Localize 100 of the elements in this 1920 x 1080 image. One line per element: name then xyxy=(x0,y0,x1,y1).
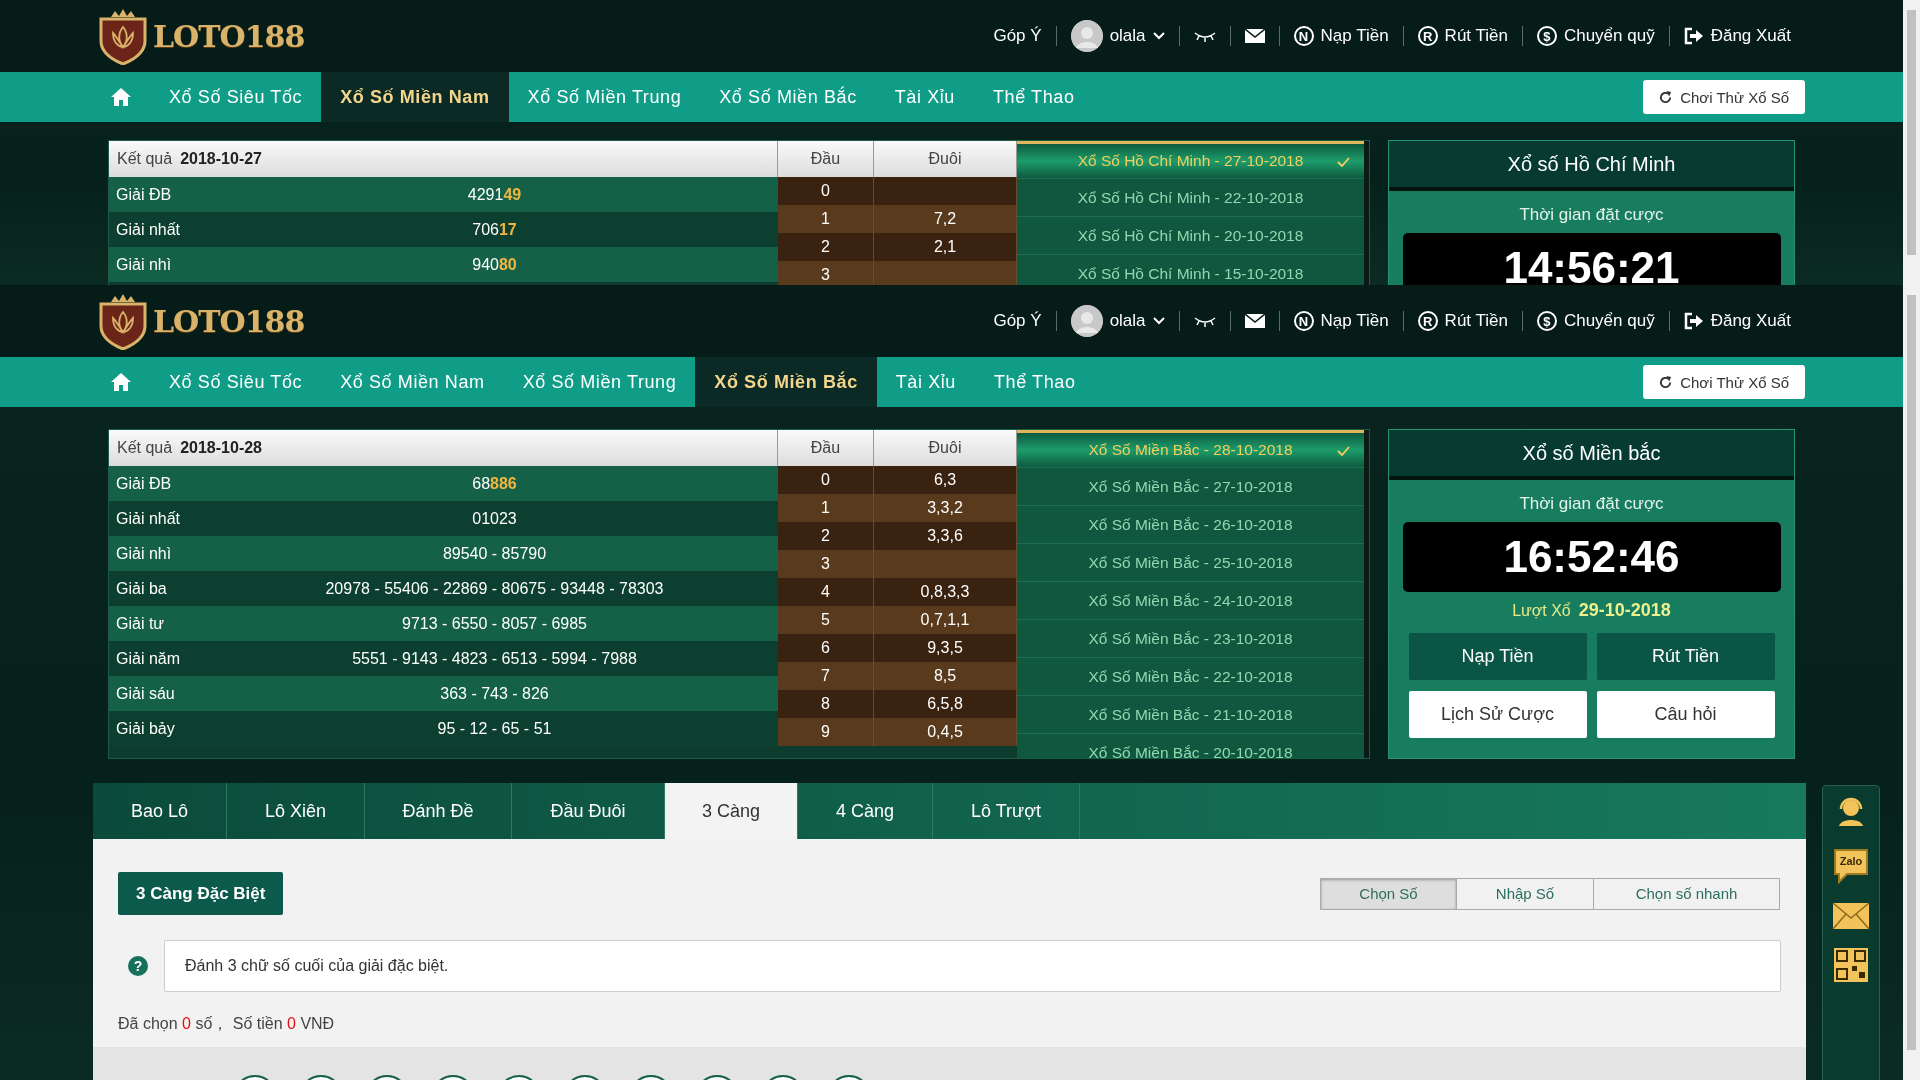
prize-number: 363 - 743 - 826 xyxy=(440,684,549,702)
prize-label: Giải ĐB xyxy=(115,185,173,204)
header-link[interactable]: Đăng Xuất xyxy=(1669,311,1805,331)
head-cell: 1 xyxy=(778,494,874,522)
avatar-icon xyxy=(1070,305,1103,337)
circled-letter-icon: R xyxy=(1417,311,1438,331)
scrollbar-thumb[interactable] xyxy=(1907,295,1916,1050)
round-date: 29-10-2018 xyxy=(1578,600,1671,621)
chevron-down-icon[interactable] xyxy=(1152,317,1165,325)
round-label: Lượt Xổ xyxy=(1512,602,1571,620)
feedback-link[interactable]: Góp Ý xyxy=(979,311,1056,331)
tail-cell: 0,8,3,3 xyxy=(874,578,1017,606)
mail-icon[interactable] xyxy=(1244,29,1265,43)
qr-code-icon[interactable] xyxy=(1834,948,1868,982)
head-cell: 1 xyxy=(778,205,874,233)
countdown-timer: 16:52:46 xyxy=(1402,522,1781,592)
trial-play-button[interactable]: Chơi Thử Xổ Số xyxy=(1643,80,1805,114)
circled-letter-icon: $ xyxy=(1536,26,1557,46)
tail-column-header: Đuôi xyxy=(874,430,1017,466)
results-date: 2018-10-28 xyxy=(180,439,262,457)
draw-date-item[interactable]: Xổ Số Miền Bắc - 20-10-2018 xyxy=(1017,734,1364,758)
closed-eye-icon[interactable] xyxy=(1193,315,1216,327)
selection-summary: Đã chọn 0 số， Số tiền 0 VNĐ xyxy=(118,1014,336,1034)
head-cell: 8 xyxy=(778,690,874,718)
chevron-down-icon[interactable] xyxy=(1152,32,1165,40)
draw-date-item[interactable]: Xổ Số Miền Bắc - 27-10-2018 xyxy=(1017,468,1364,506)
bet-type-button[interactable]: 3 Càng Đặc Biệt xyxy=(118,872,284,915)
panel-button[interactable]: Câu hỏi xyxy=(1596,691,1775,738)
nav-tab[interactable]: Xổ Số Miền Bắc xyxy=(695,357,877,407)
head-cell: 3 xyxy=(778,261,874,285)
zalo-chat-icon[interactable]: Zalo xyxy=(1831,846,1871,884)
prize-number: 94080 xyxy=(472,255,517,273)
header-link[interactable]: R Rút Tiền xyxy=(1403,26,1522,46)
draw-date-item[interactable]: Xổ Số Miền Bắc - 24-10-2018 xyxy=(1017,582,1364,620)
draw-date-item[interactable]: Xổ Số Hồ Chí Minh - 22-10-2018 xyxy=(1017,179,1364,217)
circled-letter-icon: R xyxy=(1417,26,1438,46)
tail-cell: 3,3,2 xyxy=(874,494,1017,522)
prize-label: Giải nhất xyxy=(115,509,182,528)
prize-label: Giải nhất xyxy=(115,220,182,239)
countdown-label: Thời gian đặt cược xyxy=(1519,494,1664,514)
prize-label: Giải ba xyxy=(115,579,168,598)
draw-date-item[interactable]: Xổ Số Miền Bắc - 23-10-2018 xyxy=(1017,620,1364,658)
draw-date-item[interactable]: Xổ Số Miền Bắc - 22-10-2018 xyxy=(1017,658,1364,696)
panel-button[interactable]: Lịch Sử Cược xyxy=(1408,691,1587,738)
draw-date-item[interactable]: Xổ Số Hồ Chí Minh - 20-10-2018 xyxy=(1017,217,1364,255)
tail-cell: 8,5 xyxy=(874,662,1017,690)
head-column-header: Đầu xyxy=(778,430,874,466)
tail-column-header: Đuôi xyxy=(874,141,1017,177)
shield-logo-icon xyxy=(97,292,149,350)
draw-date-item[interactable]: Xổ Số Miền Bắc - 26-10-2018 xyxy=(1017,506,1364,544)
head-cell: 6 xyxy=(778,634,874,662)
countdown-timer: 14:56:21 xyxy=(1402,233,1781,285)
scrollbar-thumb[interactable] xyxy=(1907,10,1916,255)
shield-logo-icon xyxy=(97,7,149,65)
prize-label: Giải ĐB xyxy=(115,474,173,493)
header-link[interactable]: N Nạp Tiền xyxy=(1279,311,1403,331)
draw-panel-title: Xổ số Miền bắc xyxy=(1389,430,1794,480)
mail-icon[interactable] xyxy=(1832,902,1870,930)
check-icon xyxy=(1337,446,1350,456)
header-link[interactable]: Đăng Xuất xyxy=(1669,26,1805,46)
prize-number: 70617 xyxy=(472,220,517,238)
logo-text: LOTO188 xyxy=(153,303,305,339)
mail-icon[interactable] xyxy=(1244,314,1265,328)
header-link[interactable]: N Nạp Tiền xyxy=(1279,26,1403,46)
feedback-link[interactable]: Góp Ý xyxy=(979,26,1056,46)
results-label: Kết quả xyxy=(117,439,173,457)
head-cell: 0 xyxy=(778,466,874,494)
closed-eye-icon[interactable] xyxy=(1193,30,1216,42)
panel-button[interactable]: Nạp Tiền xyxy=(1408,633,1587,680)
circled-letter-icon: N xyxy=(1293,311,1314,331)
prize-number: 89540 - 85790 xyxy=(442,544,547,562)
prize-number: 95 - 12 - 65 - 51 xyxy=(437,719,552,737)
nav-tab[interactable]: Xổ Số Miền Nam xyxy=(321,72,509,122)
head-cell: 2 xyxy=(778,233,874,261)
bet-tab[interactable]: 3 Càng xyxy=(665,783,798,839)
header-link[interactable]: R Rút Tiền xyxy=(1403,311,1522,331)
mode-button[interactable]: Chọn Số xyxy=(1321,878,1457,909)
username[interactable]: olala xyxy=(1109,26,1146,46)
username[interactable]: olala xyxy=(1109,311,1146,331)
home-icon[interactable] xyxy=(111,88,131,106)
draw-date-item[interactable]: Xổ Số Hồ Chí Minh - 15-10-2018 xyxy=(1017,255,1364,285)
header-link[interactable]: $ Chuyển quỹ xyxy=(1522,26,1669,46)
hint-box: Đánh 3 chữ số cuối của giải đặc biệt. xyxy=(164,940,1781,992)
prize-label: Giải sáu xyxy=(115,684,176,703)
prize-number: 9713 - 6550 - 8057 - 6985 xyxy=(402,614,587,632)
draw-date-item[interactable]: Xổ Số Miền Bắc - 25-10-2018 xyxy=(1017,544,1364,582)
home-icon[interactable] xyxy=(111,373,131,391)
check-icon xyxy=(1337,157,1350,167)
countdown-label: Thời gian đặt cược xyxy=(1519,205,1664,225)
draw-date-item[interactable]: Xổ Số Miền Bắc - 21-10-2018 xyxy=(1017,696,1364,734)
results-date: 2018-10-27 xyxy=(180,150,262,168)
tail-cell: 3,3,6 xyxy=(874,522,1017,550)
panel-button[interactable]: Rút Tiền xyxy=(1596,633,1775,680)
draw-panel-title: Xổ số Hồ Chí Minh xyxy=(1389,141,1794,191)
header-link[interactable]: $ Chuyển quỹ xyxy=(1522,311,1669,331)
head-cell: 4 xyxy=(778,578,874,606)
head-cell: 5 xyxy=(778,606,874,634)
avatar-icon xyxy=(1070,20,1103,52)
trial-play-button[interactable]: Chơi Thử Xổ Số xyxy=(1643,365,1805,399)
refresh-icon xyxy=(1659,375,1673,389)
